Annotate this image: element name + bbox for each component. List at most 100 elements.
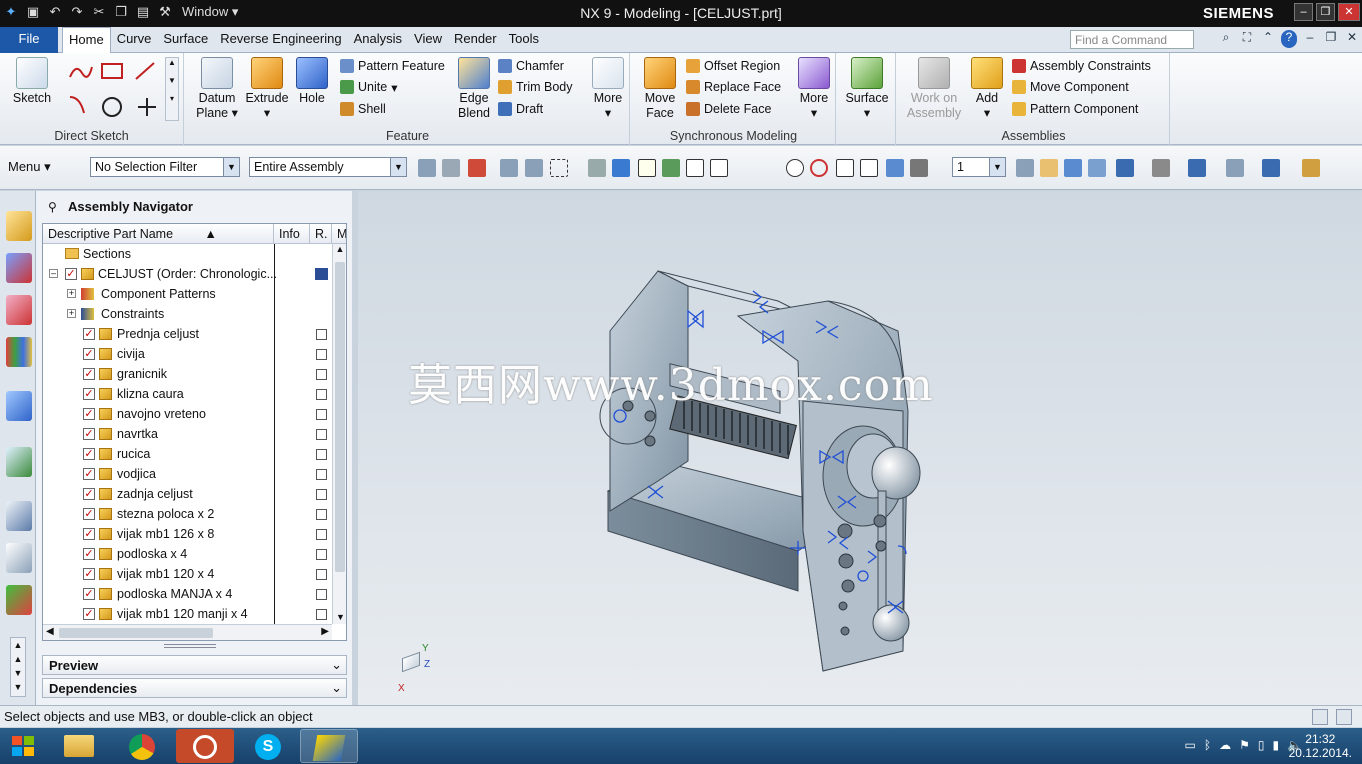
explorer-taskbar-button[interactable] <box>50 729 108 763</box>
tree-row-constraints[interactable]: + Constraints <box>43 304 333 324</box>
tree-row-part[interactable]: ✓ stezna poloca x 2 <box>43 504 333 524</box>
windows-start-icon[interactable] <box>6 732 40 760</box>
tree-row-part[interactable]: ✓ granicnik <box>43 364 333 384</box>
draft-button[interactable]: Draft <box>498 99 543 119</box>
file-menu-button[interactable]: File <box>0 27 58 53</box>
tab-render[interactable]: Render <box>448 27 503 53</box>
reference-set-box[interactable] <box>316 409 327 420</box>
show-hide-components-icon[interactable] <box>1262 159 1280 177</box>
scroll-down-icon[interactable]: ▼ <box>336 612 345 622</box>
trim-body-button[interactable]: Trim Body <box>498 77 573 97</box>
visibility-checkbox[interactable]: ✓ <box>83 508 95 520</box>
collapse-ribbon-icon[interactable]: ⌃ <box>1260 30 1276 48</box>
delete-face-button[interactable]: Delete Face <box>686 99 771 119</box>
status-toggle-icon[interactable] <box>1312 709 1328 725</box>
tree-vertical-scrollbar[interactable]: ▲ ▼ <box>332 244 346 624</box>
doc-restore-icon[interactable]: ❐ <box>1323 30 1339 48</box>
cloud-icon[interactable]: ☁ <box>1219 738 1231 752</box>
tree-row-part[interactable]: ✓ Prednja celjust <box>43 324 333 344</box>
tree-row-part[interactable]: ✓ vijak mb1 126 x 8 <box>43 524 333 544</box>
polygon-select-icon[interactable] <box>500 159 518 177</box>
tab-curve[interactable]: Curve <box>111 27 158 53</box>
fit-icon[interactable] <box>1016 159 1034 177</box>
tab-home[interactable]: Home <box>62 27 111 53</box>
reference-set-box[interactable] <box>316 509 327 520</box>
preview-panel-header[interactable]: Preview ⌄ <box>42 655 347 675</box>
column-header-m[interactable]: M <box>332 224 346 244</box>
visibility-checkbox[interactable]: ✓ <box>83 588 95 600</box>
reference-set-box[interactable] <box>316 329 327 340</box>
reference-set-box[interactable] <box>316 549 327 560</box>
network-icon[interactable]: ▭ <box>1185 738 1196 752</box>
snap-point-icon[interactable] <box>638 159 656 177</box>
expand-icon[interactable]: + <box>67 309 76 318</box>
arc-center-icon[interactable] <box>786 159 804 177</box>
bounded-grid-icon[interactable] <box>910 159 928 177</box>
expand-icon[interactable]: + <box>67 289 76 298</box>
media-player-taskbar-button[interactable] <box>176 729 234 763</box>
reference-set-box[interactable] <box>316 349 327 360</box>
assembly-constraints-button[interactable]: Assembly Constraints <box>1012 56 1151 76</box>
work-layer-dropdown[interactable]: 1 ▼ <box>952 157 1006 177</box>
assembly-navigator-icon[interactable] <box>6 211 32 241</box>
action-center-flag-icon[interactable]: ⚑ <box>1239 738 1250 752</box>
move-face-button[interactable]: Move Face <box>640 57 680 121</box>
visibility-checkbox[interactable]: ✓ <box>83 488 95 500</box>
datum-plane-button[interactable]: Datum Plane ▾ <box>194 57 240 121</box>
existing-point-icon[interactable] <box>836 159 854 177</box>
visibility-checkbox[interactable]: ✓ <box>83 468 95 480</box>
graphics-window[interactable]: 莫西网www.3dmox.com Y Z X <box>358 191 1362 705</box>
hscroll-thumb[interactable] <box>59 628 213 638</box>
reference-set-box[interactable] <box>316 589 327 600</box>
mid-point-icon[interactable] <box>710 159 728 177</box>
command-finder-input[interactable]: Find a Command <box>1070 30 1194 49</box>
scroll-up-icon[interactable]: ▲ <box>333 244 346 254</box>
tree-row-part[interactable]: ✓ podloska x 4 <box>43 544 333 564</box>
general-selection-icon[interactable] <box>418 159 436 177</box>
doc-close-icon[interactable]: ✕ <box>1344 30 1360 48</box>
chrome-taskbar-button[interactable] <box>113 729 171 763</box>
reference-set-box[interactable] <box>316 529 327 540</box>
constraint-navigator-icon[interactable] <box>6 253 32 283</box>
resource-bar-scroll[interactable]: ▲ ▲ ▼ ▼ <box>10 637 26 697</box>
measure-distance-icon[interactable] <box>1302 159 1320 177</box>
snap-grid-icon[interactable] <box>662 159 680 177</box>
vise-model[interactable] <box>358 191 1362 705</box>
sketch-curve-tools[interactable] <box>64 57 164 121</box>
visibility-checkbox[interactable]: ✓ <box>83 448 95 460</box>
fit-window-icon[interactable]: ⛶ <box>1239 30 1255 48</box>
visibility-checkbox[interactable]: ✓ <box>83 528 95 540</box>
reference-set-box[interactable] <box>316 389 327 400</box>
scroll-thumb[interactable] <box>335 262 345 572</box>
solid-body-icon[interactable] <box>612 159 630 177</box>
move-component-button[interactable]: Move Component <box>1012 77 1129 97</box>
reference-set-box[interactable] <box>316 369 327 380</box>
select-all-icon[interactable] <box>468 159 486 177</box>
visibility-checkbox[interactable]: ✓ <box>83 428 95 440</box>
search-icon[interactable]: ⌕ <box>1218 30 1234 48</box>
visibility-checkbox[interactable]: ✓ <box>83 328 95 340</box>
bluetooth-icon[interactable]: ᛒ <box>1204 738 1211 752</box>
scroll-left-icon[interactable]: ◀ <box>46 626 54 637</box>
history-icon[interactable] <box>6 501 32 531</box>
add-component-button[interactable]: Add ▾ <box>970 57 1004 121</box>
visibility-checkbox[interactable]: ✓ <box>83 348 95 360</box>
tree-row-part[interactable]: ✓ zadnja celjust <box>43 484 333 504</box>
clock[interactable]: 21:32 20.12.2014. <box>1289 732 1352 760</box>
tree-row-part[interactable]: ✓ civija <box>43 344 333 364</box>
visibility-checkbox[interactable]: ✓ <box>83 548 95 560</box>
close-button[interactable]: ✕ <box>1338 3 1360 21</box>
column-header-name[interactable]: Descriptive Part Name ▲ <box>43 224 274 244</box>
rotate-icon[interactable] <box>1064 159 1082 177</box>
tree-row-part[interactable]: ✓ klizna caura <box>43 384 333 404</box>
pattern-feature-button[interactable]: Pattern Feature <box>340 56 445 76</box>
reference-set-box[interactable] <box>316 449 327 460</box>
hole-button[interactable]: Hole <box>294 57 330 106</box>
reuse-library-icon[interactable] <box>6 337 32 367</box>
signal-icon[interactable]: ▮ <box>1272 738 1279 752</box>
tree-row-sections[interactable]: Sections <box>43 244 333 264</box>
chamfer-button[interactable]: Chamfer <box>498 56 564 76</box>
minimize-button[interactable]: – <box>1294 3 1313 21</box>
edge-blend-button[interactable]: Edge Blend <box>454 57 494 121</box>
reference-set-box[interactable] <box>316 489 327 500</box>
